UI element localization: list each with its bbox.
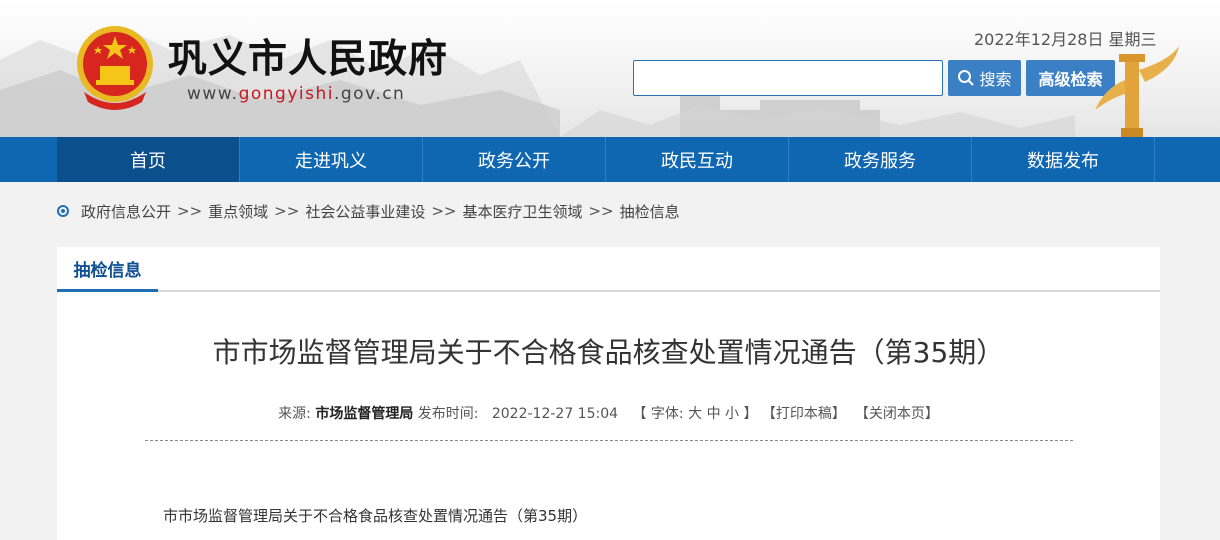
- site-title[interactable]: 巩义市人民政府: [168, 28, 448, 84]
- font-small-button[interactable]: 小: [725, 406, 739, 422]
- breadcrumb-separator: >>: [588, 202, 614, 220]
- section-tab-bar: 抽检信息: [57, 247, 1160, 292]
- search-button[interactable]: 搜索: [948, 60, 1021, 96]
- publish-time: 2022-12-27 15:04: [491, 406, 619, 422]
- breadcrumb-item[interactable]: 政府信息公开: [81, 201, 171, 222]
- font-medium-button[interactable]: 中: [707, 406, 721, 422]
- breadcrumb: 政府信息公开 >> 重点领域 >> 社会公益事业建设 >> 基本医疗卫生领域 >…: [57, 200, 680, 222]
- search-icon: [958, 70, 975, 86]
- publish-label: 发布时间:: [413, 406, 483, 422]
- breadcrumb-item[interactable]: 抽检信息: [620, 201, 680, 222]
- huabiao-pillar-icon: [1095, 46, 1179, 137]
- breadcrumb-separator: >>: [177, 202, 203, 220]
- site-url-domain: gongyishi: [238, 84, 334, 104]
- article-body-first-line: 市市场监督管理局关于不合格食品核查处置情况通告（第35期）: [163, 507, 588, 525]
- source-label: 来源:: [278, 406, 316, 422]
- site-url-suffix: .gov.cn: [333, 84, 406, 104]
- search-input[interactable]: [633, 60, 943, 96]
- nav-item-data[interactable]: 数据发布: [972, 137, 1155, 182]
- print-button[interactable]: 【打印本稿】: [762, 406, 846, 422]
- font-size-label: 【 字体:: [632, 406, 689, 422]
- main-nav: 首页 走进巩义 政务公开 政民互动 政务服务 数据发布: [0, 137, 1220, 182]
- title-divider: [145, 440, 1073, 441]
- close-page-button[interactable]: 【关闭本页】: [855, 406, 939, 422]
- font-large-button[interactable]: 大: [688, 406, 702, 422]
- location-icon: [57, 205, 69, 217]
- article-meta: 来源: 市场监督管理局 发布时间: 2022-12-27 15:04 【 字体:…: [57, 403, 1160, 423]
- tab-inspection-info[interactable]: 抽检信息: [57, 247, 158, 292]
- breadcrumb-separator: >>: [274, 202, 300, 220]
- font-size-close: 】: [739, 406, 758, 422]
- nav-item-interaction[interactable]: 政民互动: [606, 137, 789, 182]
- nav-item-about[interactable]: 走进巩义: [240, 137, 423, 182]
- nav-item-home[interactable]: 首页: [57, 137, 240, 182]
- nav-item-services[interactable]: 政务服务: [789, 137, 972, 182]
- search-button-label: 搜索: [979, 70, 1012, 89]
- article-card: 抽检信息 市市场监督管理局关于不合格食品核查处置情况通告（第35期） 来源: 市…: [57, 247, 1160, 540]
- site-url-prefix: www.: [187, 84, 239, 104]
- breadcrumb-item[interactable]: 社会公益事业建设: [305, 201, 425, 222]
- breadcrumb-separator: >>: [431, 202, 457, 220]
- article-title: 市市场监督管理局关于不合格食品核查处置情况通告（第35期）: [212, 336, 1005, 369]
- breadcrumb-item[interactable]: 重点领域: [208, 201, 268, 222]
- national-emblem-icon: [77, 26, 153, 110]
- nav-item-government-affairs[interactable]: 政务公开: [423, 137, 606, 182]
- source-value: 市场监督管理局: [315, 406, 414, 422]
- breadcrumb-item[interactable]: 基本医疗卫生领域: [462, 201, 582, 222]
- site-url: www.gongyishi.gov.cn: [187, 84, 405, 104]
- site-header: 巩义市人民政府 www.gongyishi.gov.cn 2022年12月28日…: [0, 0, 1220, 137]
